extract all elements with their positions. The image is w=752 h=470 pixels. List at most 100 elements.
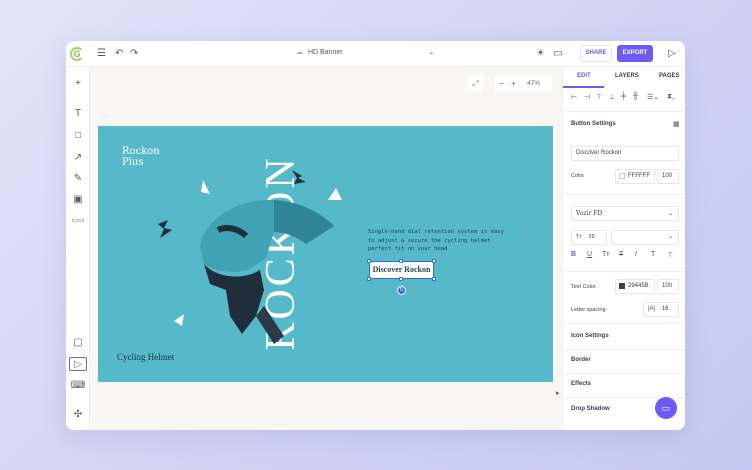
text-color-opacity-field[interactable]: 100 <box>657 279 679 294</box>
banner-artboard[interactable]: Rockon Plus ROCKON Single-hand dial rete… <box>98 126 553 382</box>
document-title-dropdown[interactable]: ☁ HD Banner ⌄ <box>296 47 434 59</box>
text-tool-icon[interactable]: T <box>69 107 87 121</box>
section-border[interactable]: Border <box>571 357 591 363</box>
align-top-icon[interactable]: ⊤ <box>596 93 602 101</box>
fit-screen-icon[interactable]: ⤢ <box>468 76 483 91</box>
top-toolbar: G ☰ ↶ ↷ ☁ HD Banner ⌄ ☀ ▭ SHARE EXPORT ▷ <box>66 41 685 67</box>
document-title: HD Banner <box>307 49 343 56</box>
strikethrough-icon[interactable]: T <box>619 251 623 258</box>
distribute-icon[interactable]: ☰⌄ <box>647 93 659 101</box>
zoom-level[interactable]: 47% <box>527 76 540 91</box>
brand-name[interactable]: Rockon Plus <box>122 146 160 168</box>
color-swatch[interactable] <box>619 173 625 179</box>
editor-window: G ☰ ↶ ↷ ☁ HD Banner ⌄ ☀ ▭ SHARE EXPORT ▷… <box>66 41 685 430</box>
comment-icon[interactable]: ▭ <box>553 47 562 61</box>
section-effects[interactable]: Effects <box>571 381 591 387</box>
divider <box>563 111 685 112</box>
more-align-icon[interactable]: ⧗⌄ <box>667 93 675 101</box>
font-size-field[interactable]: Tт 29 <box>571 230 607 245</box>
resize-handle-br[interactable] <box>432 277 436 281</box>
button-text-field[interactable]: Discover Rockon <box>571 146 679 161</box>
divider <box>563 271 685 272</box>
text-case-icon[interactable]: Tт <box>602 251 609 258</box>
font-weight-select[interactable]: ⌄ <box>611 230 679 245</box>
zoom-in-icon[interactable]: + <box>511 76 516 91</box>
text-size-icon: Tт <box>576 234 582 240</box>
resize-handle-bl[interactable] <box>367 277 371 281</box>
chat-support-icon[interactable]: ▭ <box>655 397 677 419</box>
image-tool-icon[interactable]: ▣ <box>69 193 87 207</box>
section-drop-shadow[interactable]: Drop Shadow <box>571 406 610 412</box>
panel-tabs: EDIT LAYERS PAGES <box>563 67 685 88</box>
canvas-area[interactable]: ⤢ − + 47% Rockon Plus ROCKON Single-hand… <box>90 67 562 430</box>
frame-icon[interactable]: ▢ <box>69 336 87 350</box>
share-button[interactable]: SHARE <box>580 45 612 62</box>
play-preview-icon[interactable]: ▷ <box>668 47 676 61</box>
chevron-down-icon: ⌄ <box>667 234 673 240</box>
text-style-toolbar: B U Tт T I T ⊤ <box>563 251 685 263</box>
divider <box>563 323 685 324</box>
zoom-out-icon[interactable]: − <box>499 76 504 91</box>
align-center-h-icon[interactable]: ╪ <box>621 93 626 100</box>
zoom-control: − + 47% <box>494 76 552 91</box>
color-opacity-field[interactable]: 100 <box>657 169 679 184</box>
align-toolbar: ⊢ ⊣ ⊤ ⊥ ╪ ╫ ☰⌄ ⧗⌄ <box>563 93 685 107</box>
text-color-hex-value: 29445B <box>628 283 649 289</box>
resize-handle-top[interactable] <box>399 259 403 263</box>
left-toolbar: + T □ ↗ ✎ ▣ ▭▭ ▢ ▷ ⌨ ✣ <box>66 67 90 430</box>
add-icon[interactable]: + <box>69 77 87 91</box>
transparency-grid-icon[interactable]: ▦ <box>673 120 680 128</box>
cloud-icon: ☁ <box>296 49 303 56</box>
banner-subtitle[interactable]: Cycling Helmet <box>117 352 174 362</box>
align-left-icon[interactable]: ⊢ <box>571 93 577 101</box>
theme-toggle-icon[interactable]: ☀ <box>536 47 545 61</box>
divider <box>563 194 685 195</box>
color-hex-value: FFFFFF <box>628 173 650 179</box>
helmet-image[interactable] <box>156 166 346 346</box>
rotate-handle-icon[interactable]: ↻ <box>397 286 406 295</box>
letter-spacing-value: 16 <box>661 306 669 312</box>
text-color-label: Text Color <box>571 284 596 290</box>
app-logo[interactable]: G <box>70 47 84 61</box>
text-color-swatch[interactable] <box>619 283 625 289</box>
tab-pages[interactable]: PAGES <box>659 73 680 79</box>
align-center-v-icon[interactable]: ╫ <box>633 93 638 100</box>
more-text-options-icon[interactable]: ⊤ <box>667 251 673 259</box>
plugins-icon[interactable]: ✣ <box>69 408 87 422</box>
letter-spacing-label: Letter spacing <box>571 307 606 313</box>
properties-panel: EDIT LAYERS PAGES ⊢ ⊣ ⊤ ⊥ ╪ ╫ ☰⌄ ⧗⌄ Butt… <box>562 67 685 430</box>
more-tools-icon[interactable]: ▭▭ <box>69 214 87 228</box>
collapse-panel-icon[interactable]: ▸ <box>556 389 560 397</box>
letter-spacing-field[interactable]: |A| 16 <box>643 302 679 317</box>
text-transform-icon[interactable]: T <box>651 251 655 258</box>
tab-layers[interactable]: LAYERS <box>615 73 639 79</box>
italic-icon[interactable]: I <box>635 251 637 258</box>
redo-icon[interactable]: ↷ <box>130 47 138 61</box>
resize-handle-tr[interactable] <box>432 259 436 263</box>
bold-icon[interactable]: B <box>571 251 576 258</box>
tab-edit[interactable]: EDIT <box>577 73 591 79</box>
color-label: Color <box>571 173 585 179</box>
resize-handle-tl[interactable] <box>367 259 371 263</box>
text-color-hex-field[interactable]: 29445B <box>615 279 655 294</box>
underline-icon[interactable]: U <box>587 251 592 258</box>
resize-handle-bottom[interactable] <box>399 277 403 281</box>
banner-description[interactable]: Single-hand dial retention system is eas… <box>368 228 508 254</box>
keyboard-icon[interactable]: ⌨ <box>69 379 87 393</box>
export-button[interactable]: EXPORT <box>617 45 653 62</box>
font-family-select[interactable]: Vazir FD ⌄ <box>571 206 679 221</box>
active-tab-indicator <box>563 86 604 88</box>
pen-tool-icon[interactable]: ✎ <box>69 172 87 186</box>
select-tool-icon[interactable]: ▷ <box>69 357 87 371</box>
arrow-tool-icon[interactable]: ↗ <box>69 151 87 165</box>
button-settings-title: Button Settings <box>571 121 616 127</box>
color-hex-field[interactable]: FFFFFF <box>615 169 655 184</box>
menu-icon[interactable]: ☰ <box>97 47 106 61</box>
brand-line-1: Rockon <box>122 146 160 157</box>
align-right-icon[interactable]: ⊣ <box>584 93 590 101</box>
section-icon-settings[interactable]: Icon Settings <box>571 333 609 339</box>
undo-icon[interactable]: ↶ <box>115 47 123 61</box>
align-bottom-icon[interactable]: ⊥ <box>609 93 615 101</box>
shape-tool-icon[interactable]: □ <box>69 129 87 143</box>
chevron-down-icon: ⌄ <box>428 49 435 56</box>
